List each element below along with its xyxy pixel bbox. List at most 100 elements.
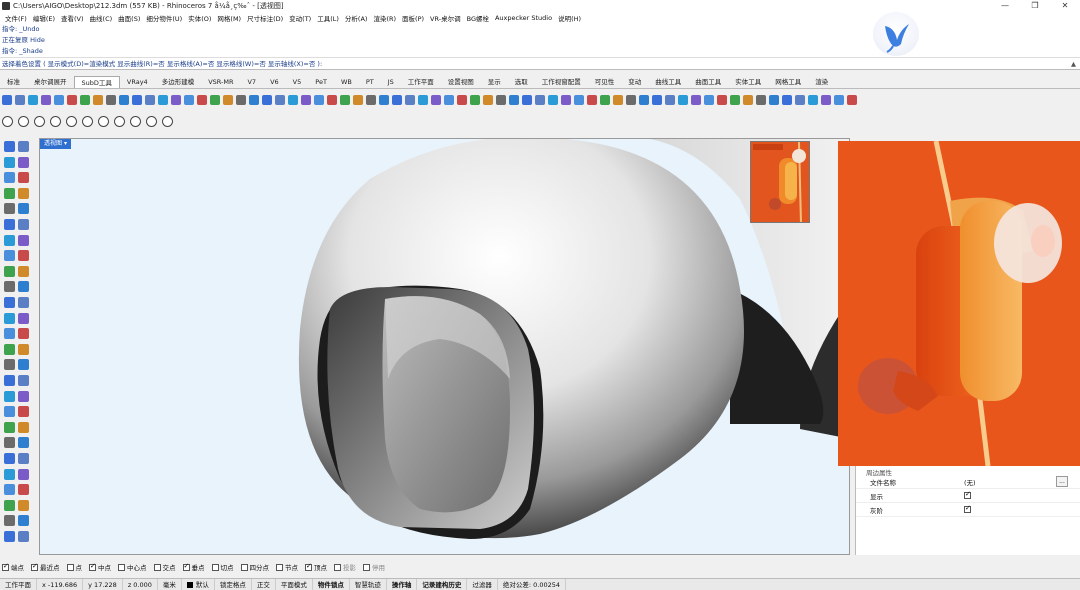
sidebar-tool-icon[interactable] [4,312,15,324]
sidebar-tool-icon[interactable] [4,203,15,215]
status-toggle[interactable]: 锁定格点 [215,578,252,590]
sidebar-tool-icon[interactable] [18,515,29,527]
viewport-title-tab[interactable]: 透视图 ▾ [40,139,71,149]
toolbar-tool-icon[interactable] [2,95,12,105]
sidebar-tool-icon[interactable] [4,437,15,449]
sidebar-tool-icon[interactable] [18,187,29,199]
toolbar-tool-icon[interactable] [288,95,298,105]
sidebar-tool-icon[interactable] [18,234,29,246]
toolbar-tool-icon[interactable] [678,95,688,105]
sidebar-tool-icon[interactable] [4,297,15,308]
close-icon[interactable]: ✕ [1050,0,1080,12]
toolbar-tab[interactable]: 曲面工具 [688,76,728,88]
sidebar-tool-icon[interactable] [18,453,29,464]
menu-item[interactable]: 说明(H) [555,13,584,23]
sidebar-tool-icon[interactable] [4,250,15,262]
status-toggle[interactable]: 过滤器 [467,578,498,590]
sidebar-tool-icon[interactable] [18,421,29,433]
toolbar-tool-icon[interactable] [600,95,610,105]
toolbar-tool-icon[interactable] [210,95,220,105]
sidebar-tool-icon[interactable] [18,359,29,371]
toolbar-tool-icon[interactable] [15,95,25,105]
toolbar-tool-icon[interactable] [574,95,584,105]
toolbar-tab[interactable]: 工作平面 [401,76,441,88]
toolbar-tool-icon[interactable] [54,95,64,105]
toolbar-tool-icon[interactable] [223,95,233,105]
menu-item[interactable]: 细分物件(U) [143,13,185,23]
sidebar-tool-icon[interactable] [18,328,29,340]
sidebar-tool-icon[interactable] [4,328,15,340]
toolbar-tool-icon[interactable] [613,95,623,105]
status-toggle[interactable]: 物件锁点 [313,578,350,590]
osnap-option[interactable]: 节点 [276,562,298,572]
osnap-checkbox[interactable] [2,562,9,571]
sidebar-tool-icon[interactable] [4,265,15,277]
toolbar-tab[interactable]: 曲线工具 [648,76,688,88]
sidebar-tool-icon[interactable] [18,281,29,293]
toolbar-tool-icon[interactable] [93,95,103,105]
toolbar-tab[interactable]: SubD工具 [73,76,120,88]
sidebar-tool-icon[interactable] [18,219,29,230]
toolbar-tool-icon[interactable] [106,95,116,105]
toolbar-tool-icon[interactable] [795,95,805,105]
layer-selector[interactable]: 默认 [182,578,215,590]
osnap-option[interactable]: 垂点 [182,562,205,572]
sidebar-tool-icon[interactable] [4,515,15,527]
sidebar-tool-icon[interactable] [18,406,29,418]
menu-item[interactable]: BG螺栓 [464,13,492,23]
cplane-label[interactable]: 工作平面 [0,578,37,590]
command-prompt[interactable]: 选择着色设置 ( 显示模式(D)=渲染模式 显示曲线(R)=否 显示格线(A)=… [0,58,1080,70]
toolbar-tool-icon[interactable] [548,95,558,105]
osnap-checkbox[interactable] [89,562,96,571]
toolbar-tool-icon[interactable] [431,95,441,105]
sidebar-tool-icon[interactable] [18,156,29,168]
toolbar-tool-icon[interactable] [67,95,77,105]
osnap-option[interactable]: 中点 [89,562,111,572]
toolbar-tab[interactable]: V7 [240,76,263,88]
toolbar-tool-icon[interactable] [535,95,545,105]
toolbar-tool-icon[interactable] [509,95,519,105]
toolbar-tool-icon[interactable] [821,95,831,105]
toolbar-tool-icon[interactable] [704,95,714,105]
menu-item[interactable]: 网格(M) [214,13,244,23]
snap-tool-icon[interactable] [2,115,13,127]
minimize-icon[interactable]: — [990,0,1020,12]
osnap-option[interactable]: 端点 [2,562,24,572]
toolbar-tab[interactable]: 实体工具 [728,76,768,88]
toolbar-tab[interactable]: VSR-MR [201,76,240,88]
toolbar-tool-icon[interactable] [145,95,155,105]
status-toggle[interactable]: 智慧轨迹 [350,578,387,590]
menu-item[interactable]: Auxpecker Studio [492,14,555,22]
toolbar-tool-icon[interactable] [80,95,90,105]
toolbar-tool-icon[interactable] [561,95,571,105]
restore-icon[interactable]: ❐ [1020,0,1050,12]
sidebar-tool-icon[interactable] [4,172,15,184]
toolbar-tab[interactable]: 工作视窗配置 [535,76,588,88]
menu-item[interactable]: 尺寸标注(D) [244,13,286,23]
status-toggle[interactable]: 正交 [252,578,276,590]
toolbar-tool-icon[interactable] [665,95,675,105]
snap-tool-icon[interactable] [146,115,157,127]
toolbar-tool-icon[interactable] [405,95,415,105]
menu-item[interactable]: VR-桌尔调 [427,13,464,23]
sidebar-tool-icon[interactable] [4,468,15,480]
toolbar-tool-icon[interactable] [327,95,337,105]
osnap-checkbox[interactable] [211,563,219,571]
menu-item[interactable]: 编辑(E) [30,13,58,23]
toolbar-tool-icon[interactable] [483,95,493,105]
toolbar-tool-icon[interactable] [132,95,142,105]
toolbar-tool-icon[interactable] [496,95,506,105]
toolbar-tool-icon[interactable] [626,95,636,105]
scroll-up-icon[interactable]: ▲ [1071,58,1076,70]
menu-item[interactable]: 面板(P) [399,13,427,23]
toolbar-tool-icon[interactable] [236,95,246,105]
toolbar-tab[interactable]: 显示 [481,76,508,88]
toolbar-tab[interactable]: 变动 [621,76,648,88]
toolbar-tool-icon[interactable] [301,95,311,105]
menu-item[interactable]: 分析(A) [342,13,371,23]
toolbar-tool-icon[interactable] [769,95,779,105]
osnap-checkbox[interactable] [31,562,38,571]
sidebar-tool-icon[interactable] [4,281,15,293]
toolbar-tool-icon[interactable] [184,95,194,105]
perspective-viewport[interactable]: 透视图 ▾ [39,138,850,555]
